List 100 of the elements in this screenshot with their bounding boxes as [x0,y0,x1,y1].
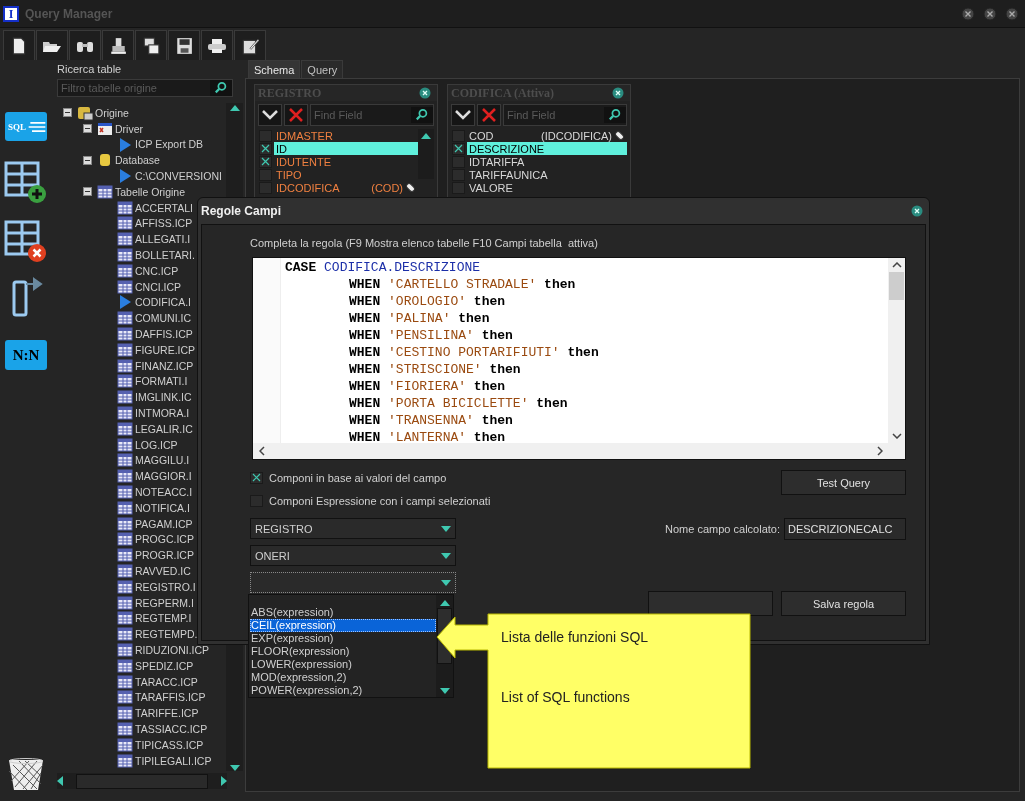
checkbox[interactable] [259,142,272,155]
select-field[interactable]: ONERI [250,545,456,566]
tree-item[interactable]: INTMORA.I [135,407,190,420]
tree-item[interactable]: TIPICASS.ICP [135,738,204,751]
add-table-button[interactable] [4,161,48,205]
tree-item[interactable]: ACCERTALI [135,201,193,214]
function-select[interactable] [250,572,456,593]
field-row[interactable]: TIPO [274,168,418,181]
tree-item[interactable]: Tabelle Origine [115,185,186,198]
dropdown-item[interactable]: FLOOR(expression) [250,645,436,658]
tree-item[interactable]: COMUNI.IC [135,312,191,325]
tree-item[interactable]: PAGAM.ICP [135,517,193,530]
tree-item[interactable]: TARIFFE.ICP [135,707,199,720]
search-button[interactable] [210,80,232,96]
tree-item[interactable]: REGTEMP.I [135,612,192,625]
tree-item[interactable]: FORMATI.I [135,375,188,388]
tree-item[interactable]: Driver [115,122,143,135]
tree-item[interactable]: RIDUZIONI.ICP [135,644,210,656]
tree-item[interactable]: TIPILEGALI.ICP [135,754,212,767]
field-row[interactable]: IDUTENTE [274,155,418,168]
tree-item[interactable]: AFFISS.ICP [135,217,193,230]
field-row[interactable]: IDTARIFFA [467,155,627,168]
tree-item[interactable]: FIGURE.ICP [135,343,196,356]
tree-item[interactable]: CNCI.ICP [135,280,182,293]
tree-item[interactable]: REGISTRO.I [135,580,196,593]
find-field[interactable]: Find Field [311,109,411,121]
tree-item[interactable]: C:\CONVERSIONI [135,170,222,183]
tree-item[interactable]: LEGALIR.IC [135,422,193,435]
select-field[interactable]: REGISTRO [250,518,456,539]
dropdown-item[interactable]: MOD(expression,2) [250,671,436,684]
tree-item[interactable]: MAGGILU.I [135,454,190,467]
tree-item[interactable]: CNC.ICP [135,264,179,277]
dropdown-item[interactable]: EXP(expression) [250,632,436,645]
toolbar-button[interactable] [234,30,266,60]
collapse-toggle[interactable] [83,124,92,134]
toolbar-button[interactable] [3,30,35,60]
tree-item[interactable]: LOG.ICP [135,438,178,451]
dropdown-item[interactable]: CEIL(expression) [250,619,436,632]
dropdown-item[interactable]: ABS(expression) [250,606,436,619]
save-button[interactable]: Salva regola [781,591,906,616]
tree-item[interactable]: Origine [95,106,129,119]
search-button[interactable] [411,107,433,123]
collapse-toggle[interactable] [63,108,72,118]
remove-table-button[interactable] [4,220,48,264]
search-button[interactable] [604,107,626,123]
field-row[interactable]: IDCODIFICA (COD) [274,181,418,194]
tree-item[interactable]: IMGLINK.IC [135,391,192,404]
field-row[interactable]: COD (IDCODIFICA) [467,129,627,142]
collapse-toggle[interactable] [83,155,92,165]
tree-item[interactable]: Database [115,154,160,167]
tree-item[interactable]: ICP Export DB [135,138,204,151]
search-field[interactable]: Find Field [503,104,627,126]
code-editor[interactable] [252,257,906,460]
field-row[interactable]: DESCRIZIONE [467,142,627,155]
search-field[interactable]: Find Field [310,104,434,126]
scroll-thumb[interactable] [76,773,208,789]
remove-button[interactable] [477,104,501,126]
expand-button[interactable] [258,104,282,126]
toolbar-button[interactable] [135,30,167,60]
test-query-button[interactable]: Test Query [781,470,906,495]
tree-item[interactable]: PROGC.ICP [135,533,194,546]
scrollbar[interactable] [57,773,227,789]
toolbar-button[interactable] [168,30,200,60]
tree-item[interactable]: NOTEACC.I [135,486,193,498]
toolbar-button[interactable] [69,30,101,60]
tab[interactable]: Schema [248,60,301,78]
tree-item[interactable]: TARACC.ICP [135,675,198,688]
toolbar-button[interactable] [36,30,68,60]
tree-item[interactable]: TASSIACC.ICP [135,722,208,735]
tree-item[interactable]: BOLLETARI. [135,249,195,262]
tree-item[interactable]: TARAFFIS.ICP [135,691,206,704]
scroll-thumb[interactable] [889,272,904,300]
collapse-toggle[interactable] [83,187,92,197]
field-row[interactable]: ID [274,142,418,155]
filter-field[interactable]: Filtro tabelle origine [58,82,210,94]
relation-button[interactable]: N:N [5,340,47,370]
checkbox[interactable] [250,471,263,484]
tree-item[interactable]: NOTIFICA.I [135,501,190,514]
tree-item[interactable]: ALLEGATI.I [135,233,191,246]
search-field[interactable]: Filtro tabelle origine [57,79,233,97]
field-row[interactable]: VALORE [467,181,627,194]
find-field[interactable]: Find Field [504,109,604,121]
tree-item[interactable]: SPEDIZ.ICP [135,659,194,672]
dropdown-item[interactable]: LOWER(expression) [250,658,436,671]
tree-item[interactable]: REGPERM.I [135,596,194,609]
dropdown-item[interactable]: POWER(expression,2) [250,684,436,697]
checkbox[interactable] [259,155,272,168]
toolbar-button[interactable] [201,30,233,60]
scrollbar[interactable] [418,129,434,179]
tree-item[interactable]: DAFFIS.ICP [135,328,193,341]
toolbar-button[interactable] [102,30,134,60]
tab[interactable]: Query [301,60,344,78]
tree-item[interactable]: MAGGIOR.I [135,470,192,483]
expand-button[interactable] [451,104,475,126]
tree-item[interactable]: FINANZ.ICP [135,359,194,372]
tree-item[interactable]: REGTEMPD. [135,628,198,641]
tree-item[interactable]: PROGR.ICP [135,549,194,562]
remove-button[interactable] [284,104,308,126]
tree-item[interactable]: CODIFICA.I [135,296,191,309]
checkbox[interactable] [452,142,465,155]
